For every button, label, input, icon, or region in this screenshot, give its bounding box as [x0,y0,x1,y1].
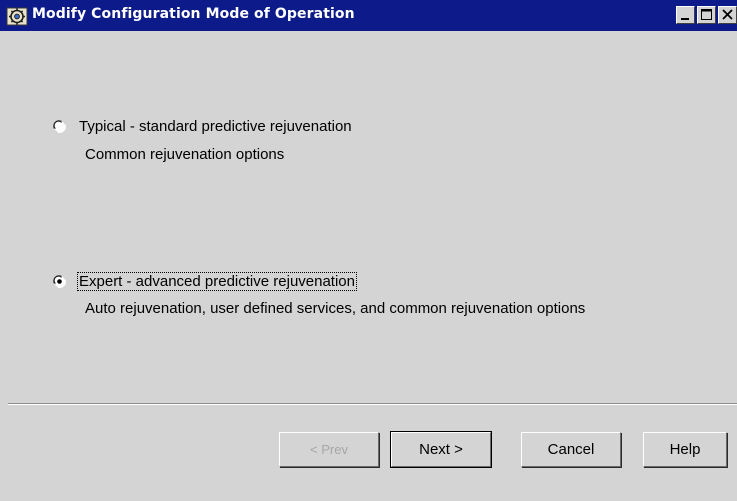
separator-highlight [8,404,737,405]
minimize-button[interactable] [676,6,695,24]
option-typical-description: Common rejuvenation options [85,146,285,163]
cancel-button[interactable]: Cancel [521,432,621,467]
maximize-button[interactable] [697,6,716,24]
option-typical-label[interactable]: Typical - standard predictive rejuvenati… [79,118,352,135]
close-button[interactable] [718,6,737,24]
option-expert-label[interactable]: Expert - advanced predictive rejuvenatio… [77,272,357,291]
radio-typical[interactable] [53,120,66,133]
help-button[interactable]: Help [643,432,727,467]
radio-expert[interactable] [53,275,66,288]
dialog-window: Modify Configuration Mode of Operation T… [0,0,737,501]
app-gear-icon[interactable] [6,5,28,27]
next-button[interactable]: Next > [390,431,492,468]
option-expert-description: Auto rejuvenation, user defined services… [85,300,586,317]
title-bar[interactable]: Modify Configuration Mode of Operation [0,0,737,31]
window-title: Modify Configuration Mode of Operation [32,6,355,22]
prev-button[interactable]: < Prev [279,432,379,467]
